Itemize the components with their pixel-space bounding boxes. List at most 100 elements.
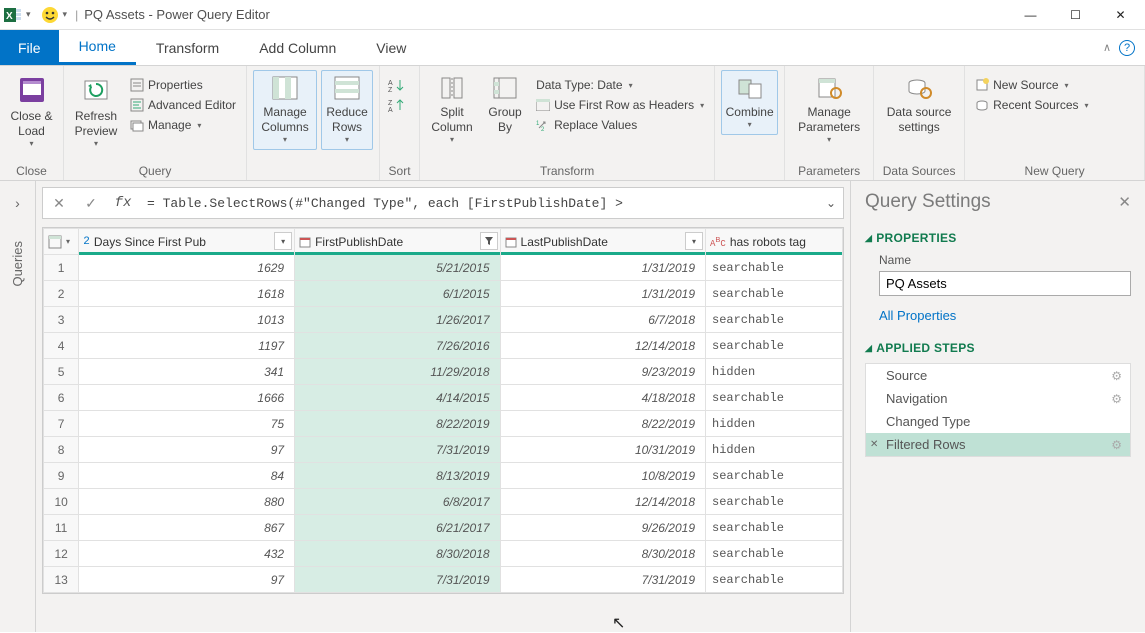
- gear-icon[interactable]: ⚙: [1111, 392, 1122, 406]
- table-row[interactable]: 124328/30/20188/30/2018searchable: [44, 541, 843, 567]
- cell-firstpub[interactable]: 6/1/2015: [295, 281, 500, 307]
- manage-button[interactable]: Manage▾: [126, 116, 240, 134]
- cell-robots[interactable]: searchable: [706, 541, 843, 567]
- advanced-editor-button[interactable]: Advanced Editor: [126, 96, 240, 114]
- gear-icon[interactable]: ⚙: [1111, 369, 1122, 383]
- table-row[interactable]: 8977/31/201910/31/2019hidden: [44, 437, 843, 463]
- cell-lastpub[interactable]: 8/30/2018: [500, 541, 705, 567]
- minimize-button[interactable]: —: [1008, 0, 1053, 30]
- qat-dropdown-2[interactable]: ▾: [63, 9, 68, 20]
- cell-firstpub[interactable]: 8/30/2018: [295, 541, 500, 567]
- col-days-filter-icon[interactable]: ▾: [274, 232, 292, 250]
- formula-input[interactable]: [139, 196, 819, 211]
- reduce-rows-button[interactable]: Reduce Rows▾: [321, 70, 373, 150]
- cell-firstpub[interactable]: 7/31/2019: [295, 567, 500, 593]
- cell-lastpub[interactable]: 4/18/2018: [500, 385, 705, 411]
- cell-robots[interactable]: searchable: [706, 463, 843, 489]
- cell-firstpub[interactable]: 6/8/2017: [295, 489, 500, 515]
- cell-robots[interactable]: searchable: [706, 515, 843, 541]
- cell-lastpub[interactable]: 1/31/2019: [500, 255, 705, 281]
- cell-lastpub[interactable]: 9/23/2019: [500, 359, 705, 385]
- data-type-button[interactable]: Data Type: Date▾: [532, 76, 708, 94]
- cell-lastpub[interactable]: 10/31/2019: [500, 437, 705, 463]
- gear-icon[interactable]: ⚙: [1111, 438, 1122, 452]
- refresh-preview-button[interactable]: Refresh Preview▾: [70, 70, 122, 154]
- formula-expand-icon[interactable]: ⌄: [819, 196, 843, 210]
- cell-robots[interactable]: hidden: [706, 359, 843, 385]
- applied-step[interactable]: Changed Type: [866, 410, 1130, 433]
- table-row[interactable]: 411977/26/201612/14/2018searchable: [44, 333, 843, 359]
- sort-asc-button[interactable]: AZ: [386, 76, 408, 94]
- cell-robots[interactable]: searchable: [706, 567, 843, 593]
- cell-robots[interactable]: hidden: [706, 437, 843, 463]
- cell-firstpub[interactable]: 8/22/2019: [295, 411, 500, 437]
- cell-days[interactable]: 1666: [79, 385, 295, 411]
- cell-robots[interactable]: hidden: [706, 411, 843, 437]
- row-number[interactable]: 10: [44, 489, 79, 515]
- cell-robots[interactable]: searchable: [706, 255, 843, 281]
- applied-step[interactable]: Source⚙: [866, 364, 1130, 387]
- cell-firstpub[interactable]: 8/13/2019: [295, 463, 500, 489]
- cell-days[interactable]: 97: [79, 567, 295, 593]
- cell-robots[interactable]: searchable: [706, 307, 843, 333]
- cell-days[interactable]: 341: [79, 359, 295, 385]
- table-row[interactable]: 7758/22/20198/22/2019hidden: [44, 411, 843, 437]
- table-row[interactable]: 216186/1/20151/31/2019searchable: [44, 281, 843, 307]
- cell-days[interactable]: 75: [79, 411, 295, 437]
- first-row-headers-button[interactable]: Use First Row as Headers▾: [532, 96, 708, 114]
- cell-lastpub[interactable]: 12/14/2018: [500, 333, 705, 359]
- row-number[interactable]: 3: [44, 307, 79, 333]
- row-number[interactable]: 2: [44, 281, 79, 307]
- row-number[interactable]: 8: [44, 437, 79, 463]
- cell-lastpub[interactable]: 8/22/2019: [500, 411, 705, 437]
- applied-steps-header[interactable]: ◢APPLIED STEPS: [865, 341, 1131, 355]
- cell-days[interactable]: 432: [79, 541, 295, 567]
- fx-icon[interactable]: fx: [107, 195, 139, 211]
- close-settings-icon[interactable]: ✕: [1118, 193, 1131, 211]
- table-row[interactable]: 108806/8/201712/14/2018searchable: [44, 489, 843, 515]
- applied-step[interactable]: Filtered Rows⚙: [866, 433, 1130, 456]
- cell-lastpub[interactable]: 7/31/2019: [500, 567, 705, 593]
- applied-step[interactable]: Navigation⚙: [866, 387, 1130, 410]
- tab-home[interactable]: Home: [59, 30, 136, 65]
- smiley-icon[interactable]: [39, 4, 61, 26]
- col-firstpub-header[interactable]: FirstPublishDate: [295, 229, 500, 255]
- data-source-settings-button[interactable]: Data source settings: [880, 70, 958, 140]
- cell-robots[interactable]: searchable: [706, 333, 843, 359]
- cell-firstpub[interactable]: 11/29/2018: [295, 359, 500, 385]
- help-icon[interactable]: ?: [1119, 40, 1135, 56]
- row-number[interactable]: 5: [44, 359, 79, 385]
- cell-days[interactable]: 84: [79, 463, 295, 489]
- cell-firstpub[interactable]: 7/31/2019: [295, 437, 500, 463]
- cell-firstpub[interactable]: 1/26/2017: [295, 307, 500, 333]
- cell-days[interactable]: 867: [79, 515, 295, 541]
- cell-firstpub[interactable]: 6/21/2017: [295, 515, 500, 541]
- combine-button[interactable]: Combine▾: [721, 70, 778, 135]
- manage-columns-button[interactable]: Manage Columns▾: [253, 70, 317, 150]
- maximize-button[interactable]: ☐: [1053, 0, 1098, 30]
- cell-days[interactable]: 880: [79, 489, 295, 515]
- table-row[interactable]: 310131/26/20176/7/2018searchable: [44, 307, 843, 333]
- cell-lastpub[interactable]: 6/7/2018: [500, 307, 705, 333]
- row-number[interactable]: 4: [44, 333, 79, 359]
- cell-days[interactable]: 1629: [79, 255, 295, 281]
- cell-days[interactable]: 1197: [79, 333, 295, 359]
- formula-commit-icon[interactable]: ✓: [75, 195, 107, 212]
- new-source-button[interactable]: New Source▾: [971, 76, 1092, 94]
- qat-dropdown-1[interactable]: ▾: [26, 9, 31, 20]
- ribbon-collapse-icon[interactable]: ∧: [1103, 41, 1111, 54]
- close-button[interactable]: ✕: [1098, 0, 1143, 30]
- table-row[interactable]: 13977/31/20197/31/2019searchable: [44, 567, 843, 593]
- cell-firstpub[interactable]: 7/26/2016: [295, 333, 500, 359]
- sort-desc-button[interactable]: ZA: [386, 96, 408, 114]
- tab-view[interactable]: View: [356, 30, 426, 65]
- cell-lastpub[interactable]: 12/14/2018: [500, 489, 705, 515]
- cell-lastpub[interactable]: 9/26/2019: [500, 515, 705, 541]
- recent-sources-button[interactable]: Recent Sources▾: [971, 96, 1092, 114]
- properties-section-header[interactable]: ◢PROPERTIES: [865, 231, 1131, 245]
- col-days-header[interactable]: 2Days Since First Pub▾: [79, 229, 295, 255]
- col-lastpub-filter-icon[interactable]: ▾: [685, 232, 703, 250]
- table-row[interactable]: 9848/13/201910/8/2019searchable: [44, 463, 843, 489]
- formula-cancel-icon[interactable]: ✕: [43, 195, 75, 212]
- cell-days[interactable]: 1618: [79, 281, 295, 307]
